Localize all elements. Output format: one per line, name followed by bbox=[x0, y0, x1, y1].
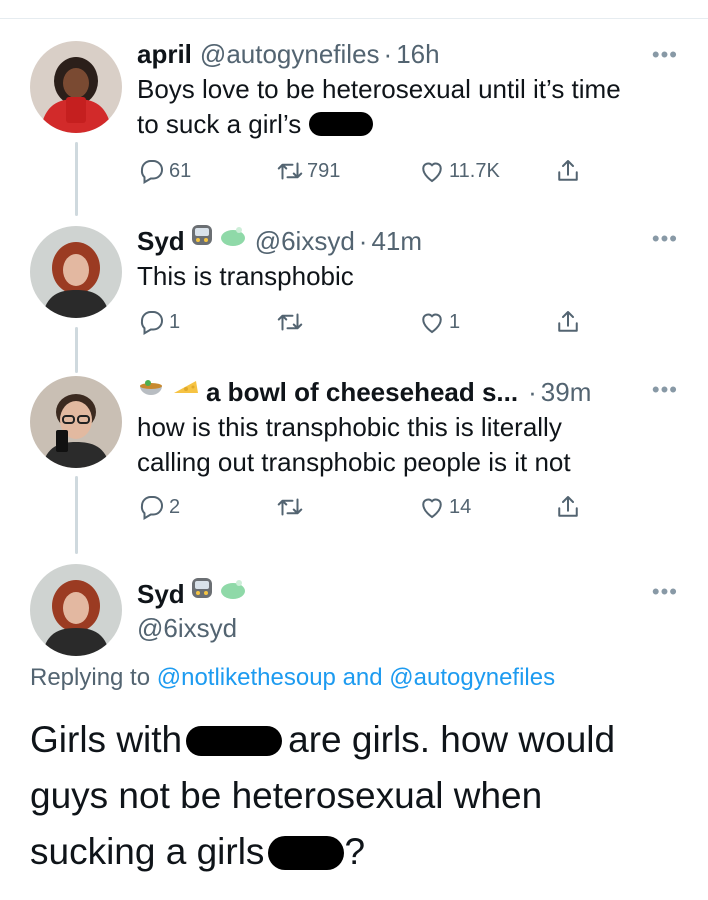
mention-link[interactable]: @autogynefiles bbox=[389, 664, 555, 691]
timestamp[interactable]: 16h bbox=[396, 38, 439, 70]
thread-connector bbox=[75, 327, 78, 373]
soap-emoji-icon bbox=[220, 227, 245, 246]
tweet[interactable]: a bowl of cheesehead s... · 39m ••• how … bbox=[137, 373, 678, 480]
heart-icon bbox=[422, 498, 442, 519]
cheese-emoji-icon bbox=[174, 381, 198, 393]
retweet-count: 791 bbox=[307, 159, 341, 182]
like-button[interactable]: 11.7K bbox=[417, 156, 500, 186]
focused-tweet-header[interactable]: Syd ••• @6ixsyd bbox=[137, 575, 678, 644]
tweet-text-line: to suck a girl’s bbox=[137, 109, 302, 139]
tweet-actions: 61 791 11.7K bbox=[137, 156, 708, 188]
retweet-icon bbox=[277, 162, 303, 180]
avatar-syd-focused[interactable] bbox=[30, 564, 122, 656]
tweet-text: how is this transphobic this is literall… bbox=[137, 410, 678, 480]
reply-button[interactable]: 61 bbox=[137, 156, 191, 186]
reply-count: 61 bbox=[169, 159, 192, 182]
tweet-text-line: guys not be heterosexual when bbox=[30, 775, 543, 816]
tweet[interactable]: april @autogynefiles · 16h ••• Boys love… bbox=[137, 38, 678, 142]
retweet-icon bbox=[277, 313, 303, 331]
display-name[interactable]: Syd bbox=[137, 225, 185, 257]
tweet-text-line: calling out transphobic people is it not bbox=[137, 447, 571, 477]
retweet-icon bbox=[277, 498, 303, 516]
avatar-april[interactable] bbox=[30, 41, 122, 133]
train-emoji-icon bbox=[191, 225, 212, 245]
like-count: 14 bbox=[449, 495, 472, 518]
share-icon bbox=[558, 311, 578, 332]
reply-count: 1 bbox=[169, 310, 181, 333]
share-icon bbox=[558, 160, 578, 181]
censor-mark bbox=[268, 836, 345, 870]
more-icon[interactable]: ••• bbox=[652, 226, 678, 252]
separator: · bbox=[358, 226, 368, 256]
replying-prefix: Replying to bbox=[30, 664, 151, 691]
tweet-text-line: Boys love to be heterosexual until it’s … bbox=[137, 74, 621, 104]
share-button[interactable] bbox=[553, 156, 585, 186]
top-divider bbox=[0, 18, 708, 19]
share-button[interactable] bbox=[553, 492, 585, 522]
like-count: 11.7K bbox=[449, 159, 500, 182]
train-emoji-icon bbox=[191, 578, 212, 598]
separator: · bbox=[383, 39, 393, 69]
tweet-text: This is transphobic bbox=[137, 261, 354, 291]
heart-icon bbox=[422, 162, 442, 183]
avatar-cheesehead[interactable] bbox=[30, 376, 122, 468]
like-count: 1 bbox=[449, 310, 461, 333]
retweet-button[interactable] bbox=[275, 492, 307, 522]
display-name[interactable]: april bbox=[137, 38, 192, 70]
handle[interactable]: @autogynefiles bbox=[200, 38, 380, 70]
focused-tweet-text: Girls with are girls. how would guys not … bbox=[30, 712, 680, 880]
tweet-text-line: Girls with bbox=[30, 719, 183, 760]
tweet-actions: 1 1 bbox=[137, 307, 708, 339]
tweet-actions: 2 14 bbox=[137, 492, 708, 524]
soap-emoji-icon bbox=[220, 580, 245, 599]
display-name[interactable]: Syd bbox=[137, 578, 185, 610]
thread-connector bbox=[75, 476, 78, 554]
retweet-button[interactable] bbox=[275, 307, 307, 337]
more-icon[interactable]: ••• bbox=[652, 579, 678, 605]
display-name[interactable]: a bowl of cheesehead s... bbox=[206, 376, 518, 408]
reply-icon bbox=[140, 160, 163, 185]
mention-link[interactable]: @notlikethesoup bbox=[157, 664, 336, 691]
tweet[interactable]: Syd @6ixsyd · 41m ••• This is transphobi… bbox=[137, 222, 678, 294]
tweet-text-line: are girls. how would bbox=[288, 719, 616, 760]
replying-and: and bbox=[342, 664, 383, 691]
reply-button[interactable]: 1 bbox=[137, 307, 180, 337]
separator: · bbox=[528, 377, 537, 407]
reply-count: 2 bbox=[169, 495, 181, 518]
like-button[interactable]: 14 bbox=[417, 492, 471, 522]
reply-button[interactable]: 2 bbox=[137, 492, 180, 522]
retweet-button[interactable]: 791 bbox=[275, 156, 340, 186]
share-icon bbox=[558, 496, 578, 517]
share-button[interactable] bbox=[553, 307, 585, 337]
timestamp[interactable]: 39m bbox=[541, 376, 592, 408]
handle[interactable]: @6ixsyd bbox=[255, 225, 355, 257]
more-icon[interactable]: ••• bbox=[652, 377, 678, 403]
bowl-emoji-icon bbox=[140, 380, 162, 395]
censor-mark bbox=[186, 726, 283, 756]
tweet-text: Boys love to be heterosexual until it’s … bbox=[137, 72, 678, 142]
reply-icon bbox=[140, 496, 163, 521]
handle[interactable]: @6ixsyd bbox=[137, 612, 237, 644]
thread-connector bbox=[75, 142, 78, 216]
tweet-text-line: sucking a girls bbox=[30, 831, 265, 872]
like-button[interactable]: 1 bbox=[417, 307, 460, 337]
tweet-text-line: how is this transphobic this is literall… bbox=[137, 412, 562, 442]
timestamp[interactable]: 41m bbox=[371, 225, 422, 257]
tweet-text-line: ? bbox=[344, 831, 366, 872]
reply-icon bbox=[140, 311, 163, 336]
censor-mark bbox=[308, 112, 373, 136]
avatar-syd[interactable] bbox=[30, 226, 122, 318]
replying-to: Replying to @notlikethesoup and @autogyn… bbox=[30, 664, 555, 692]
heart-icon bbox=[422, 313, 442, 334]
more-icon[interactable]: ••• bbox=[652, 42, 678, 68]
